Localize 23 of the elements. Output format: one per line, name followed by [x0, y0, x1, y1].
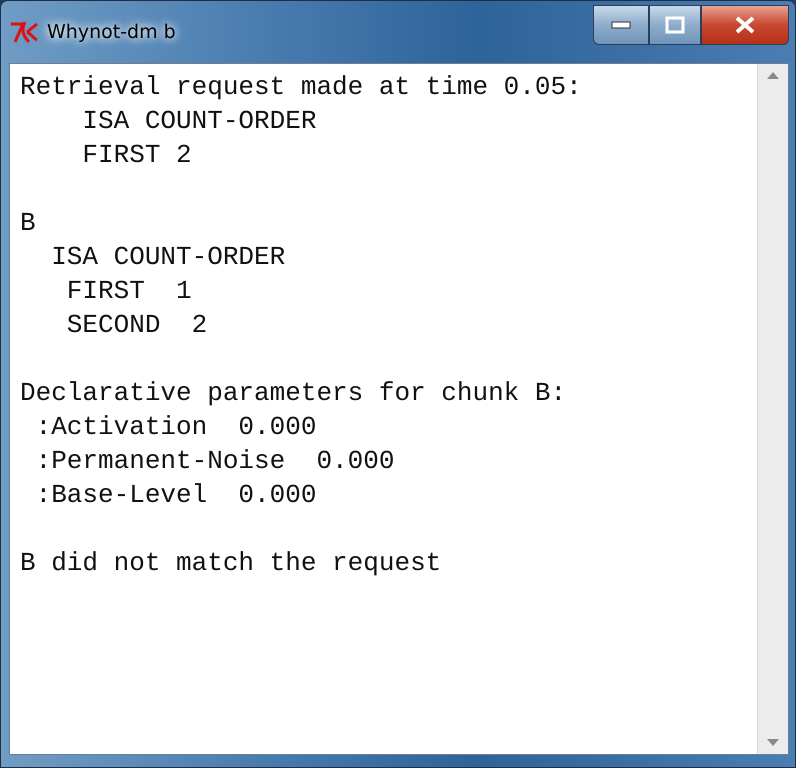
maximize-icon — [665, 16, 685, 34]
output-line: FIRST 2 — [81, 139, 193, 172]
maximize-button[interactable] — [649, 5, 701, 45]
minimize-button[interactable] — [593, 5, 649, 45]
output-line: :Base-Level 0.000 — [34, 479, 318, 512]
close-button[interactable] — [701, 5, 789, 45]
output-line: :Permanent-Noise 0.000 — [34, 445, 396, 478]
window-title: Whynot-dm b — [47, 21, 176, 43]
scrollbar[interactable] — [757, 64, 788, 754]
feather-logo-icon — [9, 20, 39, 44]
output-line: B — [20, 207, 37, 240]
output-line: SECOND 2 — [66, 309, 208, 342]
output-line: B did not match the request — [20, 547, 442, 580]
output-line: ISA COUNT-ORDER — [81, 105, 318, 138]
output-line: :Activation 0.000 — [34, 411, 318, 444]
output-line: ISA COUNT-ORDER — [50, 241, 286, 274]
close-icon — [734, 16, 756, 34]
output-line: Declarative parameters for chunk B: — [20, 377, 568, 410]
minimize-icon — [611, 21, 631, 29]
scroll-down-arrow-icon — [767, 739, 779, 746]
output-line: Retrieval request made at time 0.05: — [20, 71, 583, 104]
scroll-up-arrow-icon — [767, 72, 779, 79]
output-line: FIRST 1 — [66, 275, 193, 308]
